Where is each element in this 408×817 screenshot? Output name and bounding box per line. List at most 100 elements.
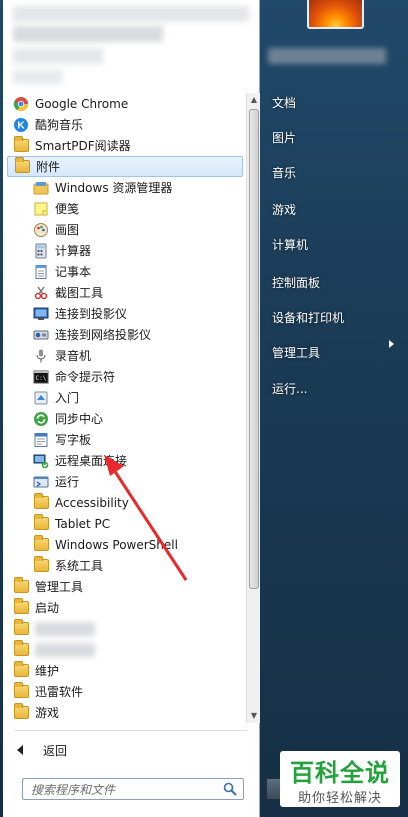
program-item[interactable]: 写字板 [7, 429, 243, 450]
right-link-item[interactable]: 管理工具 [272, 344, 320, 361]
program-item-label: 便笺 [55, 202, 80, 216]
program-item-label: Windows PowerShell [55, 537, 178, 552]
sync-center-icon [33, 411, 49, 427]
user-avatar[interactable] [307, 0, 364, 29]
paint-icon [33, 222, 49, 238]
back-label: 返回 [43, 743, 68, 758]
program-folder-item[interactable]: Accessibility [7, 492, 243, 513]
right-link-item[interactable]: 控制面板 [272, 274, 320, 291]
program-item[interactable]: 同步中心 [7, 408, 243, 429]
kugou-icon: K [13, 117, 29, 133]
right-link-item[interactable]: 文档 [272, 94, 296, 111]
folder-icon [14, 157, 30, 175]
program-folder-item[interactable]: 启动 [7, 597, 243, 618]
right-link-item[interactable]: 游戏 [272, 201, 296, 218]
search-input[interactable]: 搜索程序和文件 [22, 778, 244, 800]
program-folder-item[interactable]: 维护 [7, 660, 243, 681]
program-item-label: 连接到投影仪 [55, 307, 128, 321]
program-item[interactable]: 便笺 [7, 198, 243, 219]
program-item-label: Tablet PC [55, 516, 111, 531]
programs-panel: Google Chrome K 酷狗音乐 SmartPDF阅读器附件 Windows 资… [3, 0, 260, 817]
svg-text:C:\: C:\ [36, 375, 47, 382]
program-item-label: 写字板 [55, 433, 92, 447]
cmd-icon: C:\ [33, 369, 49, 385]
blurred-program-label [35, 621, 95, 636]
watermark-logo: 百科全说 助你轻松解决 [280, 751, 400, 807]
folder-icon [13, 577, 29, 595]
program-folder-item[interactable]: Tablet PC [7, 513, 243, 534]
program-item-label: 运行 [55, 475, 80, 489]
program-item[interactable]: 截图工具 [7, 282, 243, 303]
explorer-icon [33, 180, 49, 196]
program-item[interactable]: 连接到投影仪 [7, 303, 243, 324]
scroll-down-arrow-icon[interactable]: ▼ [247, 709, 261, 723]
user-name-blurred[interactable] [268, 46, 388, 68]
getting-started-icon [33, 390, 49, 406]
search-icon[interactable] [223, 782, 237, 796]
program-item-label: 维护 [35, 664, 60, 678]
back-arrow-icon [17, 745, 23, 755]
folder-icon [33, 556, 49, 574]
watermark-subtitle: 助你轻松解决 [297, 791, 382, 806]
folder-icon [13, 682, 29, 700]
pinned-programs-blurred [11, 4, 251, 92]
program-item[interactable]: 运行 [7, 471, 243, 492]
program-item-label: Google Chrome [35, 96, 129, 111]
program-item-label: 游戏 [35, 706, 60, 720]
folder-icon [13, 703, 29, 721]
right-link-item[interactable]: 计算机 [272, 236, 308, 253]
program-item-label: 计算器 [55, 244, 92, 258]
program-item[interactable]: Google Chrome [7, 93, 243, 114]
program-item-label: 管理工具 [35, 580, 84, 594]
network-projector-icon [33, 327, 49, 343]
program-item-label: 启动 [35, 601, 60, 615]
chrome-icon [13, 96, 29, 112]
program-item[interactable]: K 酷狗音乐 [7, 114, 243, 135]
program-item[interactable]: 录音机 [7, 345, 243, 366]
remote-desktop-icon [33, 453, 49, 469]
program-item[interactable]: 连接到网络投影仪 [7, 324, 243, 345]
right-link-item[interactable]: 运行... [272, 380, 307, 397]
folder-icon [13, 598, 29, 616]
folder-icon [13, 640, 29, 658]
program-item-label: 连接到网络投影仪 [55, 328, 152, 342]
program-folder-item[interactable]: 系统工具 [7, 555, 243, 576]
program-item-label: 记事本 [55, 265, 92, 279]
program-list-scrollbar[interactable]: ▲ ▼ [246, 93, 260, 723]
notepad-icon [33, 264, 49, 280]
program-folder-item[interactable] [7, 618, 243, 639]
right-link-item[interactable]: 设备和打印机 [272, 309, 344, 326]
search-placeholder: 搜索程序和文件 [31, 782, 116, 797]
blurred-program-label [35, 642, 95, 657]
program-folder-item[interactable]: SmartPDF阅读器 [7, 135, 243, 156]
program-item[interactable]: 入门 [7, 387, 243, 408]
scroll-up-arrow-icon[interactable]: ▲ [247, 93, 261, 107]
program-item-label: 命令提示符 [55, 370, 116, 384]
program-item[interactable]: 计算器 [7, 240, 243, 261]
right-link-item[interactable]: 音乐 [272, 164, 296, 181]
program-folder-item[interactable]: 附件 [7, 156, 243, 177]
scrollbar-thumb[interactable] [249, 109, 259, 589]
back-button[interactable]: 返回 [17, 739, 67, 761]
program-folder-item[interactable]: 管理工具 [7, 576, 243, 597]
program-item-label: 截图工具 [55, 286, 104, 300]
program-item[interactable]: 记事本 [7, 261, 243, 282]
program-item[interactable]: 画图 [7, 219, 243, 240]
all-programs-list: Google Chrome K 酷狗音乐 SmartPDF阅读器附件 Windows 资… [7, 93, 243, 723]
program-folder-item[interactable] [7, 639, 243, 660]
program-item-label: SmartPDF阅读器 [35, 139, 131, 153]
program-item[interactable]: C:\ 命令提示符 [7, 366, 243, 387]
program-item-label: Windows 资源管理器 [55, 181, 173, 195]
program-folder-item[interactable]: Windows PowerShell [7, 534, 243, 555]
program-folder-item[interactable]: 游戏 [7, 702, 243, 723]
sticky-notes-icon [33, 201, 49, 217]
program-item[interactable]: Windows 资源管理器 [7, 177, 243, 198]
folder-icon [33, 514, 49, 532]
microphone-icon [33, 348, 49, 364]
folder-icon [33, 535, 49, 553]
right-link-item[interactable]: 图片 [272, 129, 296, 146]
calculator-icon [33, 243, 49, 259]
program-item[interactable]: 远程桌面连接 [7, 450, 243, 471]
run-icon [33, 474, 49, 490]
program-folder-item[interactable]: 迅雷软件 [7, 681, 243, 702]
